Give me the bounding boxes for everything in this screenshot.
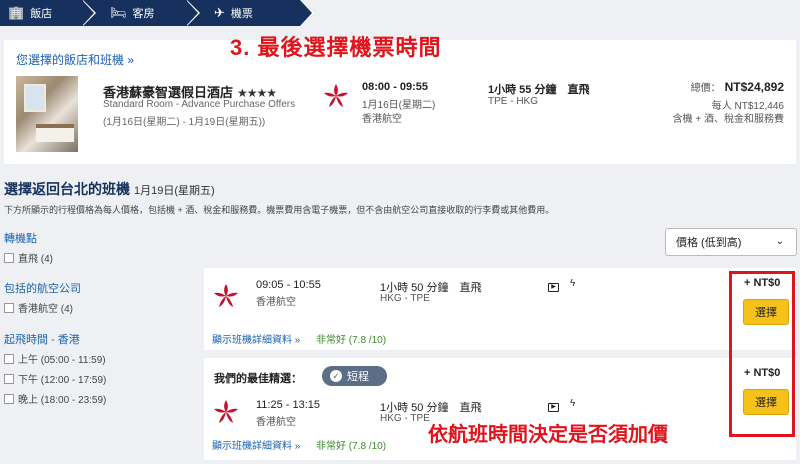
chevron-double-down-icon: » bbox=[127, 53, 135, 67]
step-hotel[interactable]: 🏢 飯店 bbox=[0, 0, 96, 26]
flight-route: HKG - TPE bbox=[380, 413, 430, 424]
return-flight-title: 選擇返回台北的班機 bbox=[4, 181, 130, 197]
power-icon: ϟ bbox=[570, 278, 576, 289]
step-room-label: 客房 bbox=[132, 8, 155, 20]
outbound-duration: 1小時 55 分鐘 直飛 bbox=[488, 84, 590, 96]
step-flight-label: 機票 bbox=[230, 8, 253, 20]
filter-option-evening[interactable]: 晚上 (18:00 - 23:59) bbox=[4, 391, 106, 406]
star-rating-icon: ★★★★ bbox=[237, 86, 277, 100]
filter-option-morning[interactable]: 上午 (05:00 - 11:59) bbox=[4, 351, 106, 366]
building-icon: 🏢 bbox=[8, 5, 25, 20]
filter-option-label: 香港航空 (4) bbox=[18, 304, 73, 315]
hotel-stay-dates: (1月16日(星期二) - 1月19日(星期五)) bbox=[103, 117, 266, 128]
checkbox[interactable] bbox=[4, 353, 14, 364]
summary-title: 您選擇的飯店和班機 bbox=[16, 53, 125, 67]
flight-airline: 香港航空 bbox=[256, 417, 296, 428]
best-pick-label: 我們的最佳精選： bbox=[214, 373, 302, 385]
flight-details-link[interactable]: 顯示班機詳細資料 » bbox=[212, 331, 300, 346]
chevron-down-icon: ⌄ bbox=[775, 236, 784, 247]
return-flight-heading: 選擇返回台北的班機 1月19日(星期五) bbox=[4, 179, 215, 199]
filter-option-hk-airlines[interactable]: 香港航空 (4) bbox=[4, 300, 73, 315]
annotation-step-3: 3. 最後選擇機票時間 bbox=[230, 35, 442, 60]
sort-selected-value: 價格 (低到高) bbox=[676, 237, 742, 249]
sort-select[interactable]: 價格 (低到高) ⌄ bbox=[665, 228, 797, 256]
annotation-surcharge-note: 依航班時間決定是否須加價 bbox=[428, 424, 668, 446]
hotel-room-type: Standard Room - Advance Purchase Offers bbox=[103, 99, 296, 110]
flight-details-link[interactable]: 顯示班機詳細資料 » bbox=[212, 437, 300, 452]
hotel-photo bbox=[16, 76, 78, 152]
total-price: 總價： NT$24,892 bbox=[691, 79, 784, 94]
total-price-label: 總價： bbox=[690, 83, 721, 94]
airline-logo-icon bbox=[214, 400, 238, 423]
flight-time: 11:25 - 13:15 bbox=[256, 399, 321, 411]
checkbox[interactable] bbox=[4, 373, 14, 384]
filter-airlines-title: 包括的航空公司 bbox=[4, 283, 81, 295]
filter-option-label: 上午 (05:00 - 11:59) bbox=[18, 355, 106, 366]
bed-icon: 🛏 bbox=[110, 5, 127, 20]
hotel-name-text: 香港蘇豪智選假日酒店 bbox=[103, 85, 234, 100]
filter-option-label: 直飛 (4) bbox=[18, 254, 53, 265]
short-trip-badge: ✓ 短程 bbox=[322, 366, 387, 386]
booking-steps-nav: 🏢 飯店 🛏 客房 ✈ 機票 bbox=[0, 0, 314, 26]
step-flight[interactable]: ✈ 機票 bbox=[186, 0, 314, 26]
selection-summary-card: 您選擇的飯店和班機 » 3. 最後選擇機票時間 香港蘇豪智選假日酒店 ★★★★ S… bbox=[4, 35, 796, 164]
flight-route: HKG - TPE bbox=[380, 293, 430, 304]
badge-label: 短程 bbox=[347, 371, 369, 383]
check-icon: ✓ bbox=[330, 370, 342, 382]
filter-option-label: 晚上 (18:00 - 23:59) bbox=[18, 395, 107, 406]
checkbox[interactable] bbox=[4, 302, 14, 313]
flight-time: 09:05 - 10:55 bbox=[256, 279, 321, 291]
total-price-value: NT$24,892 bbox=[724, 80, 784, 94]
power-icon: ϟ bbox=[570, 398, 576, 409]
outbound-flight-time: 08:00 - 09:55 bbox=[362, 81, 429, 93]
filter-option-nonstop[interactable]: 直飛 (4) bbox=[4, 250, 53, 265]
outbound-flight-date: 1月16日(星期二) bbox=[362, 100, 436, 111]
flight-airline: 香港航空 bbox=[256, 297, 296, 308]
airline-logo-icon bbox=[324, 84, 348, 107]
annotation-highlight-box bbox=[729, 271, 795, 437]
summary-title-link[interactable]: 您選擇的飯店和班機 » bbox=[16, 51, 134, 68]
outbound-route: TPE - HKG bbox=[488, 96, 539, 107]
airplane-icon: ✈ bbox=[214, 5, 225, 20]
airline-logo-icon bbox=[214, 284, 238, 307]
flight-card: 09:05 - 10:55 香港航空 1小時 50 分鐘 直飛 HKG - TP… bbox=[204, 268, 796, 350]
filter-option-label: 下午 (12:00 - 17:59) bbox=[18, 375, 107, 386]
entertainment-icon: ▶ bbox=[548, 280, 559, 292]
step-room[interactable]: 🛏 客房 bbox=[82, 0, 200, 26]
return-flight-date: 1月19日(星期五) bbox=[134, 185, 215, 197]
flight-score: 非常好 (7.8 /10) bbox=[316, 441, 387, 452]
price-includes: 含機 + 酒、稅金和服務費 bbox=[672, 114, 784, 125]
outbound-airline: 香港航空 bbox=[362, 114, 402, 125]
checkbox[interactable] bbox=[4, 252, 14, 263]
checkbox[interactable] bbox=[4, 393, 14, 404]
price-note: 下方所顯示的行程價格為每人價格，包括機 + 酒、稅金和服務費。機票費用含電子機票… bbox=[4, 205, 555, 215]
step-hotel-label: 飯店 bbox=[30, 8, 53, 20]
flight-score: 非常好 (7.8 /10) bbox=[316, 335, 387, 346]
filter-option-afternoon[interactable]: 下午 (12:00 - 17:59) bbox=[4, 371, 106, 386]
entertainment-icon: ▶ bbox=[548, 400, 559, 412]
filter-stops-title: 轉機點 bbox=[4, 233, 37, 245]
filter-departure-title: 起飛時間 - 香港 bbox=[4, 334, 80, 346]
